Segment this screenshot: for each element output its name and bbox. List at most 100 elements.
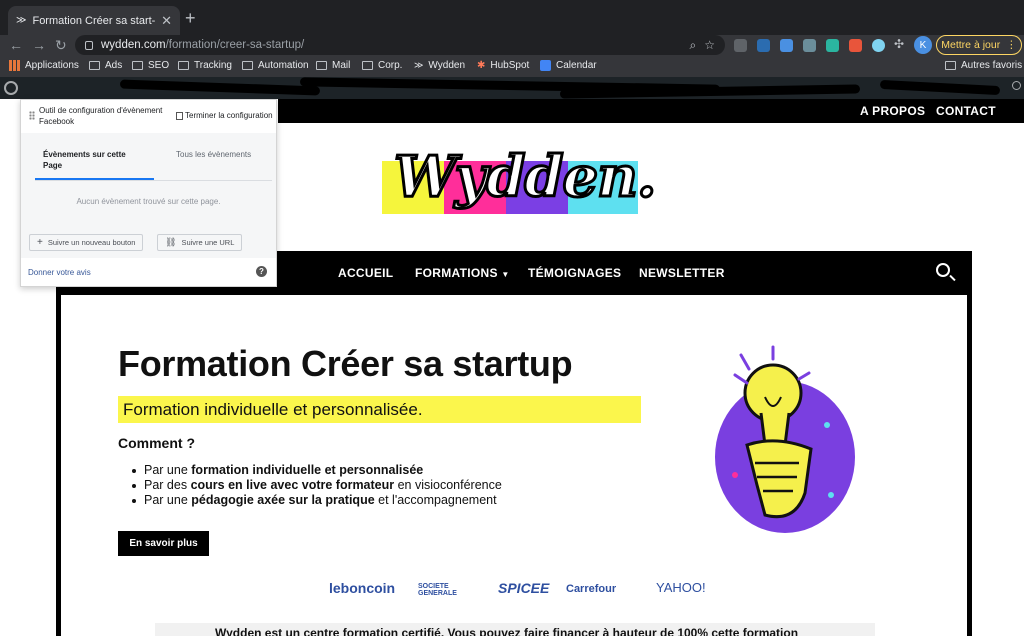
partner-logo-societe-generale: SOCIETE GENERALE bbox=[418, 583, 457, 597]
tab-divider bbox=[35, 180, 272, 181]
puzzle-icon[interactable]: ✣ bbox=[894, 37, 907, 51]
star-icon[interactable]: ☆ bbox=[704, 38, 715, 52]
follow-url-button[interactable]: ⛓ Suivre une URL bbox=[157, 234, 243, 251]
link-icon: ⛓ bbox=[165, 237, 177, 247]
bookmark-tracking[interactable]: Tracking bbox=[178, 60, 232, 71]
grid-icon bbox=[9, 60, 20, 71]
certification-banner: Wydden est un centre formation certifié.… bbox=[155, 623, 875, 636]
nav-item-temoignages[interactable]: TÉMOIGNAGES bbox=[528, 266, 621, 280]
url-text[interactable]: wydden.com/formation/creer-sa-startup/ bbox=[101, 39, 682, 51]
nav-item-formations[interactable]: FORMATIONS ▼ bbox=[415, 266, 510, 280]
partner-logo-spicee: SPICEE bbox=[498, 580, 550, 596]
tab-all-events[interactable]: Tous les évènements bbox=[176, 149, 256, 160]
extension-icon[interactable] bbox=[780, 39, 793, 52]
nav-item-accueil[interactable]: ACCUEIL bbox=[338, 266, 393, 280]
drag-handle-icon[interactable] bbox=[29, 111, 35, 120]
decor-dot bbox=[732, 472, 738, 478]
folder-icon bbox=[362, 61, 373, 70]
site-top-bar: A PROPOS CONTACT bbox=[278, 99, 1024, 123]
partner-logo-carrefour: Carrefour bbox=[566, 583, 617, 595]
learn-more-button[interactable]: En savoir plus bbox=[118, 531, 209, 556]
logo-wordmark: Wydden. bbox=[392, 143, 657, 212]
bookmark-seo[interactable]: SEO bbox=[132, 60, 169, 71]
wordpress-icon[interactable] bbox=[4, 81, 18, 95]
decor-dot bbox=[828, 492, 834, 498]
folder-icon bbox=[89, 61, 100, 70]
nav-link-contact[interactable]: CONTACT bbox=[936, 104, 996, 118]
bookmark-wydden[interactable]: ≫ Wydden bbox=[414, 60, 465, 71]
wp-admin-bar bbox=[0, 77, 1024, 99]
nav-item-newsletter[interactable]: NEWSLETTER bbox=[639, 266, 725, 280]
folder-icon bbox=[316, 61, 327, 70]
caret-down-icon: ▼ bbox=[501, 270, 510, 279]
site-logo[interactable]: Wydden. bbox=[382, 140, 658, 240]
address-bar[interactable]: wydden.com/formation/creer-sa-startup/ ⌕… bbox=[75, 35, 725, 55]
extension-icon[interactable] bbox=[734, 39, 747, 52]
search-icon[interactable] bbox=[936, 263, 950, 277]
bookmark-mail[interactable]: Mail bbox=[316, 60, 350, 71]
redaction-scribble bbox=[119, 79, 321, 96]
folder-icon bbox=[132, 61, 143, 70]
calendar-icon bbox=[540, 60, 551, 71]
feedback-link[interactable]: Donner votre avis bbox=[28, 268, 91, 277]
bookmarks-bar: Applications Ads SEO Tracking Automation… bbox=[0, 57, 1024, 77]
hero-subtitle-highlight: Formation individuelle et personnalisée. bbox=[118, 396, 641, 423]
benefits-list: Par une formation individuelle et person… bbox=[130, 463, 502, 508]
fb-panel-title: Outil de configuration d'évènement Faceb… bbox=[39, 106, 163, 126]
new-tab-icon[interactable]: + bbox=[185, 8, 196, 29]
plus-icon: + bbox=[37, 237, 43, 248]
fb-panel-header: Outil de configuration d'évènement Faceb… bbox=[21, 100, 276, 133]
extension-icon[interactable] bbox=[803, 39, 816, 52]
bookmark-other[interactable]: Autres favoris bbox=[945, 60, 1022, 71]
list-item: Par une pédagogie axée sur la pratique e… bbox=[130, 493, 502, 508]
back-icon[interactable]: ← bbox=[9, 37, 23, 53]
forward-icon[interactable]: → bbox=[32, 37, 46, 53]
follow-new-button[interactable]: + Suivre un nouveau bouton bbox=[29, 234, 144, 251]
zoom-icon[interactable]: ⌕ bbox=[690, 38, 697, 53]
comment-heading: Comment ? bbox=[118, 435, 195, 451]
bookmark-corp[interactable]: Corp. bbox=[362, 60, 402, 71]
browser-toolbar: ← → ↻ wydden.com/formation/creer-sa-star… bbox=[0, 35, 1024, 57]
bookmark-automation[interactable]: Automation bbox=[242, 60, 309, 71]
partner-logo-yahoo: YAHOO! bbox=[656, 580, 706, 595]
finish-setup-button[interactable]: Terminer la configuration bbox=[176, 111, 273, 120]
bookmark-calendar[interactable]: Calendar bbox=[540, 60, 597, 71]
bulb-icon bbox=[743, 363, 803, 423]
lock-icon[interactable] bbox=[85, 40, 93, 50]
exit-icon bbox=[176, 111, 183, 120]
certification-banner-text: Wydden est un centre formation certifié.… bbox=[215, 626, 799, 636]
active-tab-indicator bbox=[35, 178, 154, 180]
extension-icon[interactable] bbox=[826, 39, 839, 52]
browser-tab-bar: ≫ Formation Créer sa start-up | W ✕ + bbox=[0, 0, 1024, 35]
tab-title: Formation Créer sa start-up | W bbox=[32, 14, 156, 27]
page-title: Formation Créer sa startup bbox=[118, 343, 573, 384]
extension-icon[interactable] bbox=[757, 39, 770, 52]
lightbulb-hand-illustration bbox=[715, 345, 855, 533]
more-vert-icon: ⋮ bbox=[1006, 39, 1017, 51]
redaction-scribble bbox=[879, 79, 1001, 96]
extension-icon[interactable] bbox=[849, 39, 862, 52]
reload-icon[interactable]: ↻ bbox=[55, 37, 67, 54]
bookmark-ads[interactable]: Ads bbox=[89, 60, 122, 71]
bookmark-applications[interactable]: Applications bbox=[9, 60, 79, 71]
profile-avatar[interactable]: K bbox=[914, 36, 932, 54]
wydden-icon: ≫ bbox=[414, 60, 424, 70]
tab-events-on-page[interactable]: Évènements sur cette Page bbox=[43, 149, 143, 171]
update-button[interactable]: Mettre à jour ⋮ bbox=[936, 35, 1022, 55]
empty-state-text: Aucun évènement trouvé sur cette page. bbox=[76, 197, 221, 206]
hero-subtitle: Formation individuelle et personnalisée. bbox=[123, 400, 423, 419]
search-icon[interactable] bbox=[1012, 81, 1021, 90]
hubspot-icon: ✱ bbox=[477, 60, 486, 71]
extension-icon[interactable] bbox=[872, 39, 885, 52]
help-icon[interactable]: ? bbox=[256, 266, 267, 277]
list-item: Par une formation individuelle et person… bbox=[130, 463, 502, 478]
folder-icon bbox=[178, 61, 189, 70]
partner-logo-leboncoin: leboncoin bbox=[329, 580, 396, 596]
fb-event-setup-panel: Outil de configuration d'évènement Faceb… bbox=[20, 99, 277, 287]
decor-dot bbox=[824, 422, 830, 428]
browser-tab[interactable]: ≫ Formation Créer sa start-up | W ✕ bbox=[8, 6, 180, 35]
close-icon[interactable]: ✕ bbox=[161, 13, 172, 29]
nav-link-a-propos[interactable]: A PROPOS bbox=[860, 104, 925, 118]
bookmark-hubspot[interactable]: ✱ HubSpot bbox=[477, 60, 529, 71]
folder-icon bbox=[945, 61, 956, 70]
